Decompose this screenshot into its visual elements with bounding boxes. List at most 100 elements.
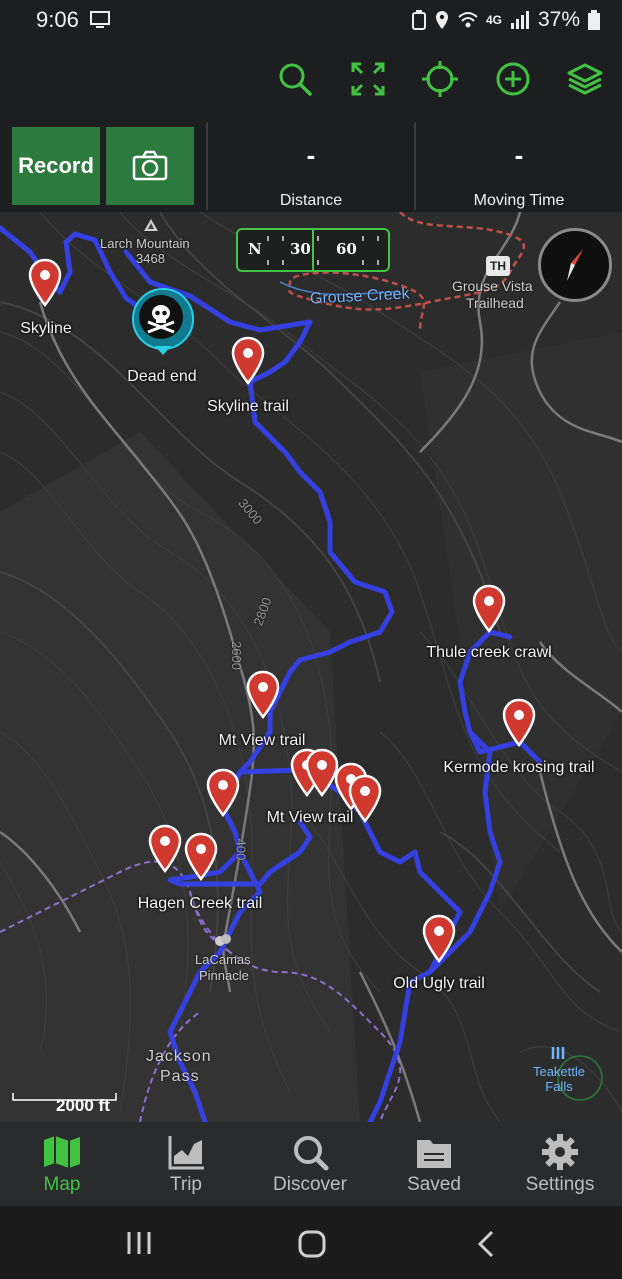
map-view[interactable]: N 30 60 Larch Mountain 3468 Grouse Creek… [0, 212, 622, 1122]
pin-icon [206, 768, 240, 818]
folder-icon [417, 1140, 451, 1168]
map-pin[interactable] [422, 914, 456, 964]
map-pin[interactable] [206, 768, 240, 818]
contour-400: 400 [233, 838, 249, 861]
compass-button[interactable] [538, 228, 612, 302]
pin-label-thule: Thule creek crawl [426, 644, 552, 661]
camera-icon [132, 150, 168, 181]
discover-icon [294, 1136, 329, 1171]
contour-2600: 2600 [228, 641, 244, 670]
bottom-nav: Map Trip Discover Saved Settings [0, 1122, 622, 1206]
nav-trip-label: Trip [169, 1174, 203, 1195]
pin-label-mt-view-2: Mt View trail [266, 809, 354, 826]
larch-mountain-label: Larch Mountain [100, 236, 190, 251]
nav-settings[interactable]: Settings [498, 1122, 622, 1206]
heading-indicator: N 30 60 [236, 228, 390, 272]
heading-30: 30 [290, 240, 311, 258]
chart-icon [168, 1136, 204, 1170]
battery-saver-icon [411, 10, 426, 30]
nav-saved[interactable]: Saved [372, 1122, 496, 1206]
camera-button[interactable] [106, 127, 194, 205]
nav-saved-label: Saved [407, 1174, 461, 1195]
wifi-icon [458, 12, 478, 28]
pin-icon [502, 698, 536, 748]
moving-time-metric: - Moving Time [416, 120, 622, 212]
status-time: 9:06 [36, 7, 79, 32]
pin-label-hagen: Hagen Creek trail [137, 895, 263, 912]
nav-discover[interactable]: Discover [248, 1122, 372, 1206]
battery-icon [588, 10, 600, 30]
lacamas-label: LaCamas [195, 952, 251, 967]
skull-icon [139, 295, 183, 339]
pin-label-dead-end: Dead end [127, 368, 197, 385]
pin-icon [148, 824, 182, 874]
home-icon[interactable] [298, 1230, 326, 1258]
map-pin[interactable] [148, 824, 182, 874]
peak-icon [144, 219, 158, 231]
search-icon[interactable] [274, 58, 316, 100]
topo-map [0, 212, 622, 1122]
falls-text: Falls [545, 1079, 573, 1094]
signal-icon [510, 11, 529, 29]
nav-map-label: Map [43, 1174, 81, 1195]
layers-icon[interactable] [564, 58, 606, 100]
pinnacle-label: Pinnacle [199, 968, 249, 983]
heading-north: N [248, 240, 262, 258]
trailhead-label: Trailhead [466, 295, 524, 311]
map-pin[interactable] [28, 258, 62, 308]
pin-icon [231, 336, 265, 386]
pin-label-skyline: Skyline [20, 320, 72, 337]
system-nav-bar [0, 1206, 622, 1279]
pin-icon [422, 914, 456, 964]
nav-settings-label: Settings [525, 1174, 595, 1195]
map-pin[interactable] [472, 584, 506, 634]
dead-end-marker[interactable] [132, 288, 194, 355]
grouse-vista-label: Grouse Vista [452, 278, 533, 294]
pin-icon [472, 584, 506, 634]
pin-icon [28, 258, 62, 308]
network-type: 4G [485, 13, 502, 27]
pass-label: Pass [160, 1068, 200, 1085]
battery-percent: 37% [537, 8, 580, 31]
distance-value: - [306, 140, 316, 170]
map-icon [44, 1136, 80, 1168]
moving-time-value: - [514, 140, 524, 170]
locate-icon[interactable] [419, 58, 461, 100]
teakettle-text: Teakettle [532, 1064, 586, 1079]
compass-icon [567, 249, 583, 281]
map-toolbar [0, 40, 622, 120]
recent-apps-icon[interactable] [126, 1230, 152, 1256]
nav-discover-label: Discover [273, 1174, 347, 1195]
distance-metric: - Distance [208, 120, 414, 212]
pin-icon [184, 832, 218, 882]
screen-cast-icon [90, 11, 110, 28]
map-pin[interactable] [231, 336, 265, 386]
fullscreen-icon[interactable] [347, 58, 389, 100]
scale-label: 2000 ft [56, 1096, 110, 1115]
add-icon[interactable] [492, 58, 534, 100]
status-icons: 4G 37% [411, 8, 600, 32]
map-pin[interactable] [184, 832, 218, 882]
pin-label-skyline-trail: Skyline trail [207, 398, 289, 415]
pin-label-mt-view-1: Mt View trail [218, 732, 306, 749]
trailhead-badge: TH [486, 256, 510, 276]
nav-trip[interactable]: Trip [124, 1122, 248, 1206]
gear-icon [542, 1134, 578, 1170]
status-bar: 9:06 4G 37% [0, 0, 622, 40]
rock-icon [215, 934, 231, 946]
nav-map[interactable]: Map [0, 1122, 124, 1206]
larch-elevation-label: 3468 [136, 251, 165, 266]
map-pin[interactable] [246, 670, 280, 720]
back-icon[interactable] [476, 1230, 496, 1258]
record-button[interactable]: Record [12, 127, 100, 205]
waterfall-icon [551, 1047, 565, 1059]
map-pin[interactable] [502, 698, 536, 748]
teakettle-falls-label: Teakettle Falls [524, 1064, 594, 1094]
record-panel: Record - Distance - Moving Time [0, 120, 622, 212]
pin-label-kermode: Kermode krosing trail [443, 759, 595, 776]
heading-60: 60 [336, 240, 357, 258]
moving-time-label: Moving Time [473, 192, 565, 209]
location-icon [435, 11, 448, 29]
pin-icon [246, 670, 280, 720]
pin-label-old-ugly: Old Ugly trail [393, 975, 485, 992]
